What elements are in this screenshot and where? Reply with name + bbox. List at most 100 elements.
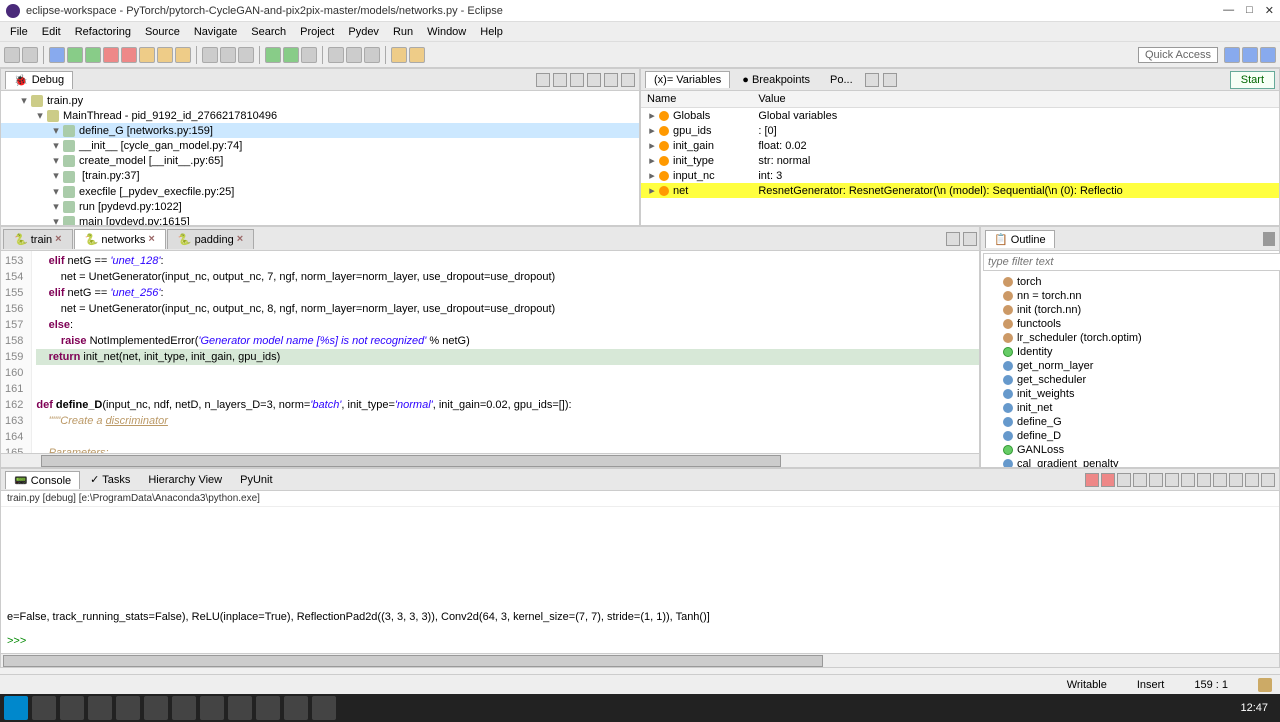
view-button[interactable] bbox=[536, 73, 550, 87]
taskbar-item[interactable] bbox=[88, 696, 112, 720]
taskbar-item[interactable] bbox=[228, 696, 252, 720]
outline-item[interactable]: GANLoss bbox=[983, 443, 1277, 457]
outline-item[interactable]: get_scheduler bbox=[983, 373, 1277, 387]
variables-tab[interactable]: (x)= Variables bbox=[645, 71, 730, 88]
console-button[interactable] bbox=[1117, 473, 1131, 487]
close-tab-icon[interactable]: × bbox=[55, 233, 61, 245]
outline-item[interactable]: nn = torch.nn bbox=[983, 289, 1277, 303]
outline-item[interactable]: define_D bbox=[983, 429, 1277, 443]
toolbar-btn[interactable] bbox=[202, 47, 218, 63]
taskbar-item[interactable] bbox=[32, 696, 56, 720]
run-dropdown[interactable] bbox=[265, 47, 281, 63]
taskbar-item[interactable] bbox=[172, 696, 196, 720]
console-prompt[interactable]: >>> bbox=[7, 635, 26, 647]
taskbar-item[interactable] bbox=[312, 696, 336, 720]
outline-item[interactable]: Identity bbox=[983, 345, 1277, 359]
close-tab-icon[interactable]: × bbox=[148, 233, 154, 245]
stack-frame[interactable]: ▾MainThread - pid_9192_id_2766217810496 bbox=[1, 108, 639, 123]
stack-frame[interactable]: ▾__init__ [cycle_gan_model.py:74] bbox=[1, 138, 639, 153]
debug-dropdown[interactable] bbox=[283, 47, 299, 63]
minimize-button[interactable]: — bbox=[1223, 4, 1234, 17]
editor-tab-train[interactable]: 🐍 train × bbox=[3, 229, 73, 249]
variable-row[interactable]: ▸init_typestr: normal bbox=[641, 153, 1279, 168]
debug-tree[interactable]: ▾train.py▾MainThread - pid_9192_id_27662… bbox=[1, 91, 639, 225]
close-tab-icon[interactable]: × bbox=[237, 233, 243, 245]
step-into-button[interactable] bbox=[139, 47, 155, 63]
menu-refactoring[interactable]: Refactoring bbox=[69, 24, 137, 40]
console-h-scrollbar[interactable] bbox=[1, 653, 1279, 667]
perspective-button[interactable] bbox=[1224, 47, 1240, 63]
debug-button[interactable] bbox=[49, 47, 65, 63]
outline-filter[interactable] bbox=[983, 253, 1280, 271]
taskbar-item[interactable] bbox=[256, 696, 280, 720]
taskbar-item[interactable] bbox=[200, 696, 224, 720]
toolbar-btn[interactable] bbox=[364, 47, 380, 63]
toolbar-btn[interactable] bbox=[220, 47, 236, 63]
new-button[interactable] bbox=[4, 47, 20, 63]
outline-item[interactable]: init_weights bbox=[983, 387, 1277, 401]
console-button[interactable] bbox=[1181, 473, 1195, 487]
code-editor[interactable]: 153154155156157158159160161162163164165 … bbox=[1, 251, 979, 453]
outline-item[interactable]: cal_gradient_penalty bbox=[983, 457, 1277, 467]
maximize-editor-button[interactable] bbox=[963, 232, 977, 246]
outline-item[interactable]: lr_scheduler (torch.optim) bbox=[983, 331, 1277, 345]
maximize-view-button[interactable] bbox=[621, 73, 635, 87]
save-button[interactable] bbox=[22, 47, 38, 63]
outline-tree[interactable]: torchnn = torch.nninit (torch.nn)functoo… bbox=[981, 273, 1279, 467]
close-button[interactable]: ✕ bbox=[1265, 4, 1274, 17]
step-return-button[interactable] bbox=[175, 47, 191, 63]
po-tab[interactable]: Po... bbox=[822, 72, 861, 88]
view-button[interactable] bbox=[1273, 232, 1275, 246]
start-button[interactable]: Start bbox=[1230, 71, 1275, 89]
clock[interactable]: 12:47 bbox=[1232, 702, 1276, 714]
minimize-editor-button[interactable] bbox=[946, 232, 960, 246]
toolbar-btn[interactable] bbox=[328, 47, 344, 63]
toolbar-btn[interactable] bbox=[301, 47, 317, 63]
console-button[interactable] bbox=[1101, 473, 1115, 487]
editor-h-scrollbar[interactable] bbox=[1, 453, 979, 467]
outline-item[interactable]: get_norm_layer bbox=[983, 359, 1277, 373]
stack-frame[interactable]: ▾ [train.py:37] bbox=[1, 168, 639, 183]
menu-navigate[interactable]: Navigate bbox=[188, 24, 243, 40]
menu-edit[interactable]: Edit bbox=[36, 24, 67, 40]
perspective-button[interactable] bbox=[1242, 47, 1258, 63]
menu-run[interactable]: Run bbox=[387, 24, 419, 40]
disconnect-button[interactable] bbox=[121, 47, 137, 63]
resume-button[interactable] bbox=[85, 47, 101, 63]
console-button[interactable] bbox=[1245, 473, 1259, 487]
taskbar-item[interactable] bbox=[144, 696, 168, 720]
outline-item[interactable]: init_net bbox=[983, 401, 1277, 415]
console-button[interactable] bbox=[1261, 473, 1275, 487]
variable-row[interactable]: ▸gpu_ids: [0] bbox=[641, 123, 1279, 138]
view-button[interactable] bbox=[865, 73, 879, 87]
outline-item[interactable]: init (torch.nn) bbox=[983, 303, 1277, 317]
taskbar-item[interactable] bbox=[116, 696, 140, 720]
source-area[interactable]: elif netG == 'unet_128': net = UnetGener… bbox=[32, 251, 979, 453]
minimize-view-button[interactable] bbox=[604, 73, 618, 87]
start-button[interactable] bbox=[4, 696, 28, 720]
terminate-button[interactable] bbox=[103, 47, 119, 63]
console-button[interactable] bbox=[1213, 473, 1227, 487]
view-button[interactable] bbox=[553, 73, 567, 87]
view-button[interactable] bbox=[570, 73, 584, 87]
stack-frame[interactable]: ▾execfile [_pydev_execfile.py:25] bbox=[1, 184, 639, 199]
hierarchy-tab[interactable]: Hierarchy View bbox=[140, 472, 230, 488]
console-button[interactable] bbox=[1197, 473, 1211, 487]
breakpoints-tab[interactable]: ● Breakpoints bbox=[734, 72, 818, 88]
variable-row[interactable]: ▸GlobalsGlobal variables bbox=[641, 108, 1279, 124]
nav-forward-button[interactable] bbox=[409, 47, 425, 63]
tasks-tab[interactable]: ✓ Tasks bbox=[82, 471, 138, 488]
taskbar-item[interactable] bbox=[60, 696, 84, 720]
variables-table[interactable]: Name Value ▸GlobalsGlobal variables▸gpu_… bbox=[641, 91, 1279, 225]
editor-tab-padding[interactable]: 🐍 padding × bbox=[167, 229, 254, 249]
outline-item[interactable]: torch bbox=[983, 275, 1277, 289]
stack-frame[interactable]: ▾run [pydevd.py:1022] bbox=[1, 199, 639, 214]
col-value[interactable]: Value bbox=[752, 91, 1279, 108]
console-output[interactable]: e=False, track_running_stats=False), ReL… bbox=[1, 507, 1279, 653]
menu-window[interactable]: Window bbox=[421, 24, 472, 40]
stack-frame[interactable]: ▾define_G [networks.py:159] bbox=[1, 123, 639, 138]
taskbar-item[interactable] bbox=[284, 696, 308, 720]
menu-project[interactable]: Project bbox=[294, 24, 340, 40]
menu-help[interactable]: Help bbox=[474, 24, 509, 40]
nav-back-button[interactable] bbox=[391, 47, 407, 63]
